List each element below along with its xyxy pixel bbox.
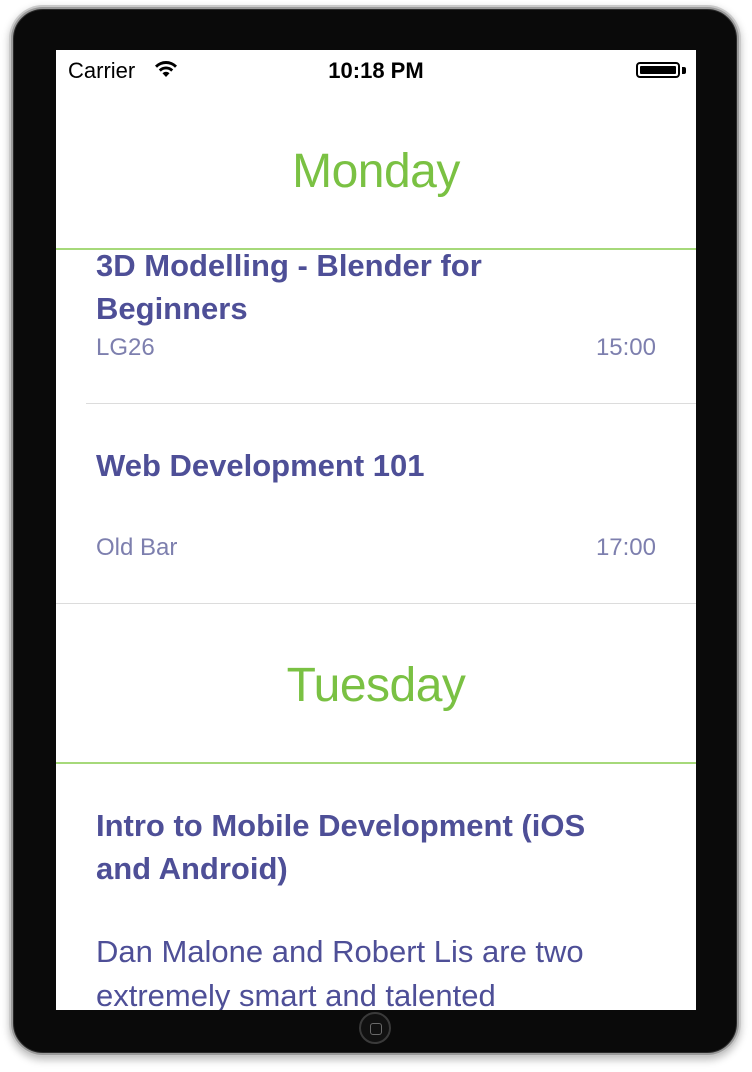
home-button-icon[interactable] bbox=[359, 1012, 391, 1044]
status-time: 10:18 PM bbox=[328, 58, 424, 83]
event-location: LG26 bbox=[96, 334, 155, 361]
event-title: Web Development 101 bbox=[96, 448, 425, 483]
battery-icon bbox=[636, 62, 680, 78]
event-title: 3D Modelling - Blender for Beginners bbox=[96, 248, 482, 326]
event-title: Intro to Mobile Development (iOS and And… bbox=[96, 808, 586, 886]
section-divider bbox=[56, 762, 696, 764]
event-time: 15:00 bbox=[595, 334, 656, 361]
event-location: Old Bar bbox=[96, 534, 178, 561]
event-description: Dan Malone and Robert Lis are two extrem… bbox=[96, 934, 584, 1010]
app-screen: Carrier 10:18 PM Monday 3D Modelling - B… bbox=[56, 50, 696, 1010]
section-header-tuesday: Tuesday bbox=[286, 659, 466, 712]
status-bar: Carrier 10:18 PM bbox=[56, 50, 696, 90]
battery-fill bbox=[640, 66, 676, 74]
row-separator bbox=[86, 403, 696, 404]
battery-cap bbox=[682, 67, 686, 74]
section-header-monday: Monday bbox=[292, 145, 460, 198]
home-square-icon bbox=[370, 1023, 382, 1035]
row-separator bbox=[56, 603, 696, 604]
event-time: 17:00 bbox=[595, 534, 656, 561]
